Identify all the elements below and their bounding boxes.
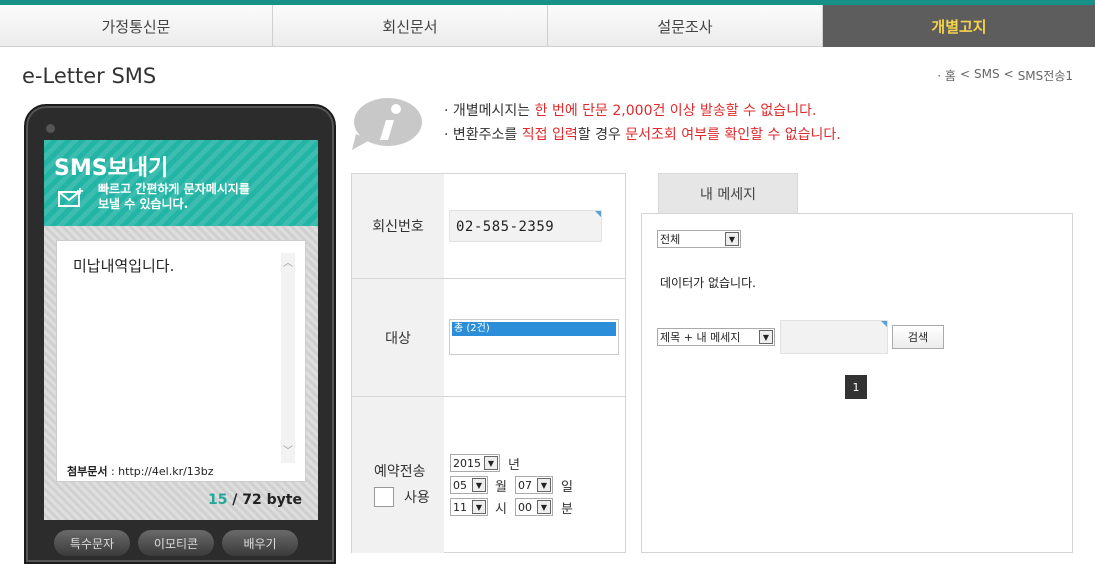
chevron-down-icon: ▼ <box>725 232 739 246</box>
mail-plus-icon <box>58 188 83 207</box>
hour-value: 11 <box>453 500 467 514</box>
info-text: 할 경우 <box>577 127 626 143</box>
hour-unit: 시 <box>495 502 507 517</box>
reserve-checkbox[interactable] <box>374 487 394 507</box>
input-corner-marker <box>881 321 887 327</box>
reply-number-value: 02-585-2359 <box>456 219 555 235</box>
sms-desc-line2: 보낼 수 있습니다. <box>98 197 189 211</box>
attach-doc: 첨부문서 : http://4el.kr/13bz <box>67 463 214 479</box>
scroll-up-icon[interactable]: ︿ <box>281 257 295 271</box>
reserve-label: 예약전송 <box>374 464 426 480</box>
chevron-down-icon: ▼ <box>472 500 486 514</box>
day-value: 07 <box>518 478 532 492</box>
message-textarea[interactable]: 미납내역입니다. ︿ ﹀ 첨부문서 : http://4el.kr/13bz <box>56 240 306 482</box>
hour-select[interactable]: 11 ▼ <box>450 498 488 516</box>
search-input[interactable] <box>780 320 888 354</box>
search-button[interactable]: 검색 <box>892 325 944 349</box>
byte-counter: 15 / 72 byte <box>208 492 302 508</box>
filter-value: 전체 <box>660 233 681 246</box>
breadcrumb-home[interactable]: · 홈 <box>937 67 956 84</box>
day-unit: 일 <box>561 480 573 495</box>
info-line-1: · 개별메시지는 한 번에 단문 2,000건 이상 발송할 수 없습니다. <box>444 99 841 123</box>
target-option[interactable]: 총 (2건) <box>452 322 616 336</box>
sms-description: 빠르고 간편하게 문자메시지를 보낼 수 있습니다. <box>98 182 308 212</box>
minute-value: 00 <box>518 500 532 514</box>
sms-title: SMS보내기 <box>54 156 169 181</box>
filter-select[interactable]: 전체 ▼ <box>657 230 741 248</box>
year-select[interactable]: 2015 ▼ <box>450 454 500 472</box>
minute-select[interactable]: 00 ▼ <box>515 498 553 516</box>
byte-count: 15 <box>207 492 228 508</box>
info-warning-text: 한 번에 단문 2,000건 이상 발송할 수 없습니다. <box>534 103 817 119</box>
byte-total: / 72 byte <box>227 492 302 508</box>
reserve-label-cell: 예약전송 사용 <box>352 397 444 553</box>
emoticon-button[interactable]: 이모티콘 <box>138 530 214 556</box>
sms-desc-line1: 빠르고 간편하게 문자메시지를 <box>98 182 250 196</box>
attach-url: : http://4el.kr/13bz <box>107 465 214 478</box>
message-scrollbar[interactable]: ︿ ﹀ <box>281 253 295 463</box>
search-scope-select[interactable]: 제목 + 내 메세지 ▼ <box>657 328 775 346</box>
search-scope-value: 제목 + 내 메세지 <box>660 331 741 344</box>
scroll-down-icon[interactable]: ﹀ <box>281 445 295 459</box>
use-label: 사용 <box>404 490 430 506</box>
month-value: 05 <box>453 478 467 492</box>
tab-survey[interactable]: 설문조사 <box>548 5 823 47</box>
reply-number-label: 회신번호 <box>352 174 444 278</box>
chevron-down-icon: ▼ <box>759 330 773 344</box>
breadcrumb-separator: < <box>959 67 971 81</box>
no-data-message: 데이터가 없습니다. <box>660 276 756 290</box>
send-form: 회신번호 02-585-2359 대상 총 (2건) 예약전송 사용 2015 ▼… <box>351 173 626 553</box>
target-label: 대상 <box>352 279 444 396</box>
reserve-row: 예약전송 사용 2015 ▼ 년 05 ▼ 월 07 ▼ 일 11 ▼ 시 00 ▼ 분 <box>352 397 625 553</box>
info-text: · 개별메시지는 <box>444 103 535 119</box>
breadcrumb-sms[interactable]: SMS <box>974 67 1000 84</box>
tab-individual-notice[interactable]: 개별고지 <box>823 5 1095 47</box>
special-char-button[interactable]: 특수문자 <box>54 530 130 556</box>
camera-dot <box>46 124 55 133</box>
sms-header: SMS보내기 빠르고 간편하게 문자메시지를 보낼 수 있습니다. <box>44 140 318 226</box>
learn-button[interactable]: 배우기 <box>222 530 298 556</box>
chevron-down-icon: ▼ <box>537 500 551 514</box>
year-value: 2015 <box>453 456 481 470</box>
main-nav: 가정통신문 회신문서 설문조사 개별고지 <box>0 5 1095 47</box>
attach-label: 첨부문서 <box>67 465 108 478</box>
target-listbox[interactable]: 총 (2건) <box>449 319 619 355</box>
chevron-down-icon: ▼ <box>472 478 486 492</box>
year-unit: 년 <box>508 458 520 473</box>
month-unit: 월 <box>495 480 507 495</box>
input-corner-marker <box>595 211 601 217</box>
my-messages-panel: 전체 ▼ 데이터가 없습니다. 제목 + 내 메세지 ▼ 검색 1 <box>641 213 1073 553</box>
reply-number-input[interactable]: 02-585-2359 <box>449 210 602 242</box>
chevron-down-icon: ▼ <box>537 478 551 492</box>
tab-my-messages[interactable]: 내 메세지 <box>658 173 798 214</box>
phone-buttons: 특수문자 이모티콘 배우기 <box>54 530 298 556</box>
breadcrumb: · 홈 < SMS < SMS전송1 <box>937 67 1073 84</box>
breadcrumb-separator: < <box>1003 67 1014 81</box>
minute-unit: 분 <box>561 502 573 517</box>
breadcrumb-current: SMS전송1 <box>1017 69 1073 83</box>
chevron-down-icon: ▼ <box>484 456 498 470</box>
info-text: · 변환주소를 <box>444 127 522 143</box>
info-line-2: · 변환주소를 직접 입력할 경우 문서조회 여부를 확인할 수 없습니다. <box>444 123 841 147</box>
info-warning-text: 직접 입력 <box>521 127 578 143</box>
tab-home-letter[interactable]: 가정통신문 <box>0 5 273 47</box>
month-select[interactable]: 05 ▼ <box>450 476 488 494</box>
info-icon <box>352 98 422 150</box>
reply-number-row: 회신번호 02-585-2359 <box>352 174 625 279</box>
tab-reply-docs[interactable]: 회신문서 <box>273 5 548 47</box>
phone-screen: SMS보내기 빠르고 간편하게 문자메시지를 보낼 수 있습니다. 미납내역입니… <box>44 140 318 520</box>
info-notice: · 개별메시지는 한 번에 단문 2,000건 이상 발송할 수 없습니다. ·… <box>444 99 841 147</box>
phone-mockup: SMS보내기 빠르고 간편하게 문자메시지를 보낼 수 있습니다. 미납내역입니… <box>24 104 336 564</box>
day-select[interactable]: 07 ▼ <box>515 476 553 494</box>
page-title: e-Letter SMS <box>22 64 157 88</box>
target-row: 대상 총 (2건) <box>352 279 625 397</box>
message-text: 미납내역입니다. <box>73 257 175 275</box>
info-warning-text: 문서조회 여부를 확인할 수 없습니다. <box>625 127 841 143</box>
pagination-page[interactable]: 1 <box>845 375 867 399</box>
